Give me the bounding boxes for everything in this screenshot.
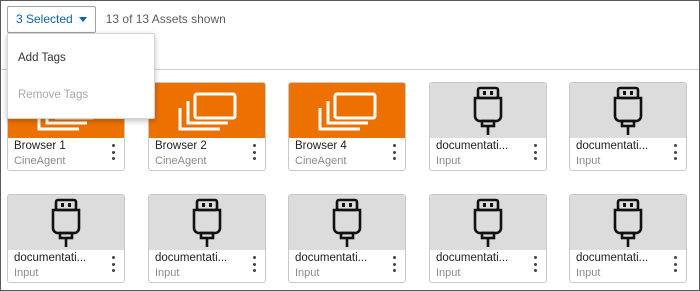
more-options-icon[interactable] bbox=[531, 144, 539, 160]
more-options-icon[interactable] bbox=[671, 256, 679, 272]
asset-title: documentati... bbox=[14, 252, 87, 264]
asset-title: documentati... bbox=[436, 252, 509, 264]
asset-card[interactable]: documentati... Input bbox=[569, 194, 687, 283]
plug-icon bbox=[190, 198, 224, 248]
asset-type: CineAgent bbox=[14, 155, 66, 167]
plug-icon bbox=[611, 86, 645, 136]
more-options-icon[interactable] bbox=[390, 256, 398, 272]
assets-shown-count: 13 of 13 Assets shown bbox=[105, 12, 226, 26]
more-options-icon[interactable] bbox=[109, 256, 117, 272]
selection-menu: Add Tags Remove Tags bbox=[7, 33, 155, 119]
browser-windows-icon bbox=[175, 91, 239, 131]
asset-card[interactable]: documentati... Input bbox=[7, 194, 125, 283]
caret-down-icon bbox=[78, 17, 87, 22]
asset-title: documentati... bbox=[576, 252, 649, 264]
asset-title: documentati... bbox=[436, 140, 509, 152]
asset-thumbnail[interactable] bbox=[570, 83, 686, 138]
asset-title: Browser 1 bbox=[14, 140, 66, 152]
assets-panel: 3 Selected 13 of 13 Assets shown Browser… bbox=[0, 0, 700, 291]
asset-title: documentati... bbox=[155, 252, 228, 264]
more-options-icon[interactable] bbox=[390, 144, 398, 160]
asset-type: Input bbox=[155, 267, 180, 279]
asset-type: CineAgent bbox=[295, 155, 347, 167]
asset-type: Input bbox=[576, 267, 601, 279]
asset-title: Browser 2 bbox=[155, 140, 207, 152]
menu-item-add-tags[interactable]: Add Tags bbox=[8, 43, 154, 73]
more-options-icon[interactable] bbox=[250, 144, 258, 160]
plug-icon bbox=[49, 198, 83, 248]
asset-title: Browser 4 bbox=[295, 140, 347, 152]
asset-card[interactable]: documentati... Input bbox=[429, 82, 547, 171]
asset-card[interactable]: Browser 4 CineAgent bbox=[288, 82, 406, 171]
asset-card[interactable]: documentati... Input bbox=[429, 194, 547, 283]
asset-card[interactable]: documentati... Input bbox=[288, 194, 406, 283]
toolbar: 3 Selected 13 of 13 Assets shown bbox=[7, 5, 226, 33]
asset-type: Input bbox=[576, 155, 601, 167]
asset-type: CineAgent bbox=[155, 155, 207, 167]
plug-icon bbox=[471, 86, 505, 136]
asset-type: Input bbox=[295, 267, 320, 279]
asset-thumbnail[interactable] bbox=[430, 195, 546, 250]
asset-thumbnail[interactable] bbox=[289, 195, 405, 250]
more-options-icon[interactable] bbox=[671, 144, 679, 160]
asset-card[interactable]: Browser 2 CineAgent bbox=[148, 82, 266, 171]
asset-thumbnail[interactable] bbox=[430, 83, 546, 138]
asset-card[interactable]: documentati... Input bbox=[569, 82, 687, 171]
more-options-icon[interactable] bbox=[109, 144, 117, 160]
asset-card[interactable]: documentati... Input bbox=[148, 194, 266, 283]
selection-label: 3 Selected bbox=[16, 12, 73, 26]
browser-windows-icon bbox=[315, 91, 379, 131]
asset-title: documentati... bbox=[295, 252, 368, 264]
asset-thumbnail[interactable] bbox=[570, 195, 686, 250]
plug-icon bbox=[611, 198, 645, 248]
selection-dropdown-button[interactable]: 3 Selected bbox=[7, 5, 96, 33]
menu-item-remove-tags: Remove Tags bbox=[18, 89, 89, 101]
asset-title: documentati... bbox=[576, 140, 649, 152]
plug-icon bbox=[330, 198, 364, 248]
asset-type: Input bbox=[436, 267, 461, 279]
asset-thumbnail[interactable] bbox=[289, 83, 405, 138]
asset-type: Input bbox=[436, 155, 461, 167]
plug-icon bbox=[471, 198, 505, 248]
more-options-icon[interactable] bbox=[250, 256, 258, 272]
asset-thumbnail[interactable] bbox=[8, 195, 124, 250]
asset-thumbnail[interactable] bbox=[149, 195, 265, 250]
more-options-icon[interactable] bbox=[531, 256, 539, 272]
asset-type: Input bbox=[14, 267, 39, 279]
asset-thumbnail[interactable] bbox=[149, 83, 265, 138]
